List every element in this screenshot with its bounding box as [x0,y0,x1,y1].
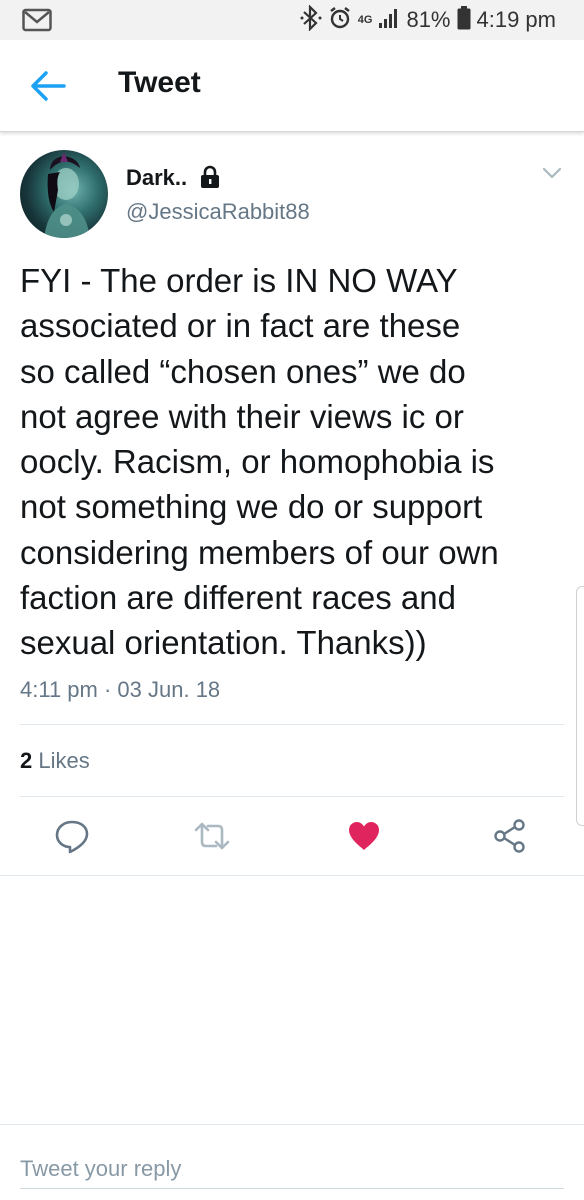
scroll-indicator[interactable] [576,586,584,826]
retweet-button[interactable] [188,810,236,862]
reply-button[interactable] [48,810,96,862]
tweet-text-line: considering members of our own [20,533,499,571]
arrow-left-icon [31,71,66,101]
battery-icon [457,5,471,35]
retweet-icon [194,822,230,850]
page-title: Tweet [118,66,201,99]
reply-input[interactable] [20,1149,564,1189]
likes-label: Likes [38,748,90,773]
tweet-text-line: FYI - The order is IN NO WAY [20,262,458,299]
share-icon [494,819,525,853]
status-bar: 4G 81% 4:19 pm [0,0,584,40]
clock: 4:19 pm [476,7,557,32]
tweet-actions [0,810,584,862]
likes-number: 2 [20,748,33,773]
battery-percent: 81% [406,7,451,32]
mail-notification-icon [22,8,52,37]
alarm-icon [328,6,352,35]
tweet-timestamp: 4:11 pm · 03 Jun. 18 [20,677,221,702]
chevron-down-icon [542,167,562,179]
author-name[interactable]: Dark.. [126,165,187,191]
like-button[interactable] [340,810,388,862]
tweet-text-line: faction are different races and [20,579,456,617]
likes-count[interactable]: 2 Likes [20,748,90,774]
network-type: 4G [357,14,373,26]
tweet-text-line: oocly. Racism, or homophobia is [20,443,495,481]
tweet-text: FYI - The order is IN NO WAY associated … [20,258,570,666]
heart-icon [349,822,379,850]
lock-icon [199,165,221,189]
avatar[interactable] [20,150,108,238]
divider [20,724,564,725]
author-handle[interactable]: @JessicaRabbit88 [126,199,310,225]
tweet-text-line: not something we do or support [20,488,483,526]
divider [0,875,584,876]
tweet-text-line: associated or in fact are these [20,307,461,345]
bluetooth-icon [300,3,322,36]
reply-icon [55,820,89,854]
tweet-text-line: sexual orientation. Thanks)) [20,624,427,662]
reply-bar [0,1124,584,1200]
tweet-menu-button[interactable] [540,163,564,183]
back-button[interactable] [28,68,68,104]
share-button[interactable] [486,810,534,862]
signal-icon [378,7,400,34]
divider [20,796,564,797]
tweet-text-line: not agree with their views ic or [20,397,464,435]
app-bar: Tweet [0,40,584,132]
tweet-text-line: so called “chosen ones” we do [20,352,466,390]
